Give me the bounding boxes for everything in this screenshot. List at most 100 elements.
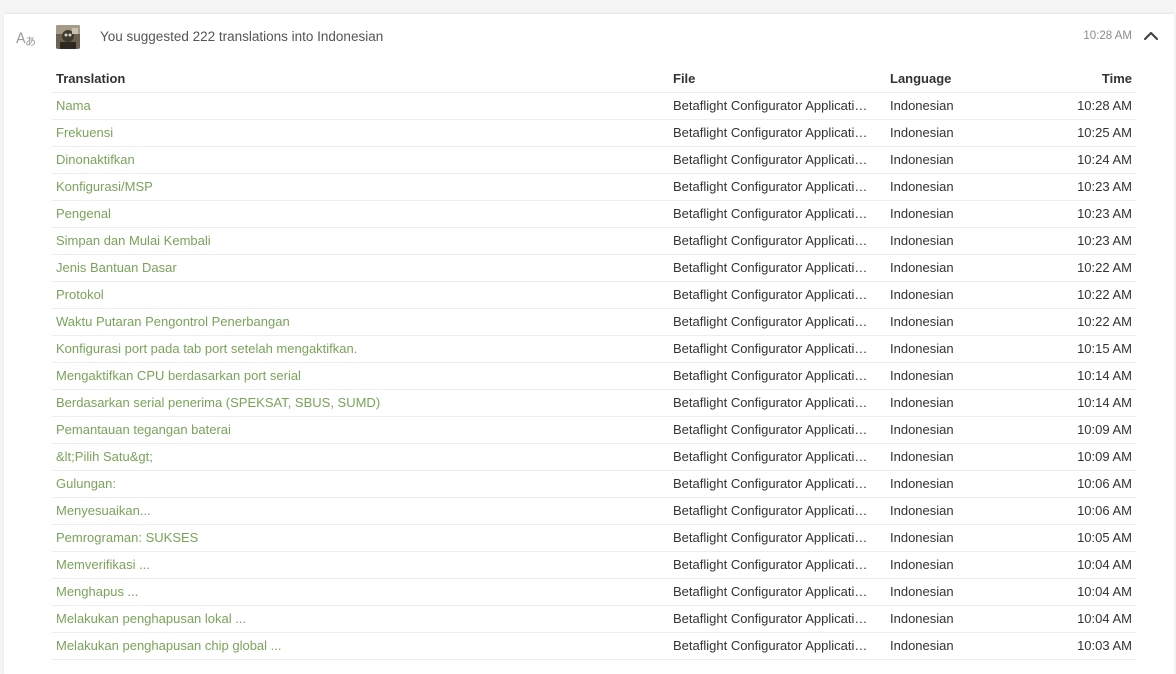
language-cell: Indonesian xyxy=(890,638,954,653)
time-cell: 10:06 AM xyxy=(1077,476,1132,491)
language-cell: Indonesian xyxy=(890,422,954,437)
translation-link[interactable]: Gulungan: xyxy=(56,471,656,497)
table-row: Melakukan penghapusan lokal ... Betafligh… xyxy=(52,606,1136,633)
table-row: Konfigurasi/MSP Betaflight Configurator A… xyxy=(52,174,1136,201)
activity-summary: You suggested 222 translations into Indo… xyxy=(100,29,384,44)
translation-link[interactable]: Waktu Putaran Pengontrol Penerbangan xyxy=(56,309,656,335)
translation-link[interactable]: Melakukan penghapusan chip global ... xyxy=(56,633,656,659)
translation-link[interactable]: Dinonaktifkan xyxy=(56,147,656,173)
time-cell: 10:23 AM xyxy=(1077,233,1132,248)
time-cell: 10:15 AM xyxy=(1077,341,1132,356)
time-cell: 10:23 AM xyxy=(1077,179,1132,194)
file-cell: Betaflight Configurator Applicati… xyxy=(673,395,868,410)
time-cell: 10:14 AM xyxy=(1077,395,1132,410)
time-cell: 10:22 AM xyxy=(1077,287,1132,302)
file-cell: Betaflight Configurator Applicati… xyxy=(673,638,868,653)
time-cell: 10:25 AM xyxy=(1077,125,1132,140)
language-cell: Indonesian xyxy=(890,233,954,248)
table-row: &lt;Pilih Satu&gt; Betaflight Configurato… xyxy=(52,444,1136,471)
table-row: Konfigurasi port pada tab port setelah m… xyxy=(52,336,1136,363)
translation-link[interactable]: Nama xyxy=(56,93,656,119)
language-cell: Indonesian xyxy=(890,503,954,518)
translations-table: Translation File Language Time Nama Betaf… xyxy=(52,65,1136,660)
translation-link[interactable]: Simpan dan Mulai Kembali xyxy=(56,228,656,254)
table-header-row: Translation File Language Time xyxy=(52,65,1136,93)
time-cell: 10:24 AM xyxy=(1077,152,1132,167)
column-header-language: Language xyxy=(890,71,952,86)
language-cell: Indonesian xyxy=(890,611,954,626)
file-cell: Betaflight Configurator Applicati… xyxy=(673,611,868,626)
avatar[interactable] xyxy=(56,25,80,49)
table-row: Mengaktifkan CPU berdasarkan port serial… xyxy=(52,363,1136,390)
translation-link[interactable]: Pengenal xyxy=(56,201,656,227)
column-header-translation: Translation xyxy=(56,71,126,86)
translation-link[interactable]: Jenis Bantuan Dasar xyxy=(56,255,656,281)
language-cell: Indonesian xyxy=(890,287,954,302)
file-cell: Betaflight Configurator Applicati… xyxy=(673,422,868,437)
file-cell: Betaflight Configurator Applicati… xyxy=(673,206,868,221)
table-body: Nama Betaflight Configurator Applicati… In… xyxy=(52,93,1136,660)
translation-link[interactable]: Pemantauan tegangan baterai xyxy=(56,417,656,443)
table-row: Pengenal Betaflight Configurator Applicat… xyxy=(52,201,1136,228)
translation-link[interactable]: Konfigurasi/MSP xyxy=(56,174,656,200)
collapse-button[interactable] xyxy=(1142,27,1160,45)
translation-link[interactable]: Memverifikasi ... xyxy=(56,552,656,578)
translation-link[interactable]: Menyesuaikan... xyxy=(56,498,656,524)
file-cell: Betaflight Configurator Applicati… xyxy=(673,287,868,302)
translation-link[interactable]: Konfigurasi port pada tab port setelah m… xyxy=(56,336,656,362)
translation-link[interactable]: &lt;Pilih Satu&gt; xyxy=(56,444,656,470)
time-cell: 10:06 AM xyxy=(1077,503,1132,518)
language-cell: Indonesian xyxy=(890,98,954,113)
translation-link[interactable]: Pemrograman: SUKSES xyxy=(56,525,656,551)
translation-link[interactable]: Menghapus ... xyxy=(56,579,656,605)
file-cell: Betaflight Configurator Applicati… xyxy=(673,503,868,518)
language-cell: Indonesian xyxy=(890,449,954,464)
activity-card: A あ You suggested 222 translations into … xyxy=(4,13,1174,674)
translation-link[interactable]: Protokol xyxy=(56,282,656,308)
time-cell: 10:05 AM xyxy=(1077,530,1132,545)
column-header-file: File xyxy=(673,71,696,86)
translation-link[interactable]: Mengaktifkan CPU berdasarkan port serial xyxy=(56,363,656,389)
file-cell: Betaflight Configurator Applicati… xyxy=(673,125,868,140)
time-cell: 10:04 AM xyxy=(1077,557,1132,572)
table-row: Berdasarkan serial penerima (SPEKSAT, SB… xyxy=(52,390,1136,417)
file-cell: Betaflight Configurator Applicati… xyxy=(673,314,868,329)
translate-icon: A あ xyxy=(16,28,38,48)
time-cell: 10:09 AM xyxy=(1077,449,1132,464)
table-row: Melakukan penghapusan chip global ... Bet… xyxy=(52,633,1136,660)
time-cell: 10:23 AM xyxy=(1077,206,1132,221)
language-cell: Indonesian xyxy=(890,584,954,599)
language-cell: Indonesian xyxy=(890,314,954,329)
table-row: Menyesuaikan... Betaflight Configurator A… xyxy=(52,498,1136,525)
table-row: Pemrograman: SUKSES Betaflight Configurat… xyxy=(52,525,1136,552)
chevron-up-icon xyxy=(1143,31,1159,41)
file-cell: Betaflight Configurator Applicati… xyxy=(673,98,868,113)
file-cell: Betaflight Configurator Applicati… xyxy=(673,530,868,545)
table-row: Protokol Betaflight Configurator Applicat… xyxy=(52,282,1136,309)
time-cell: 10:04 AM xyxy=(1077,584,1132,599)
file-cell: Betaflight Configurator Applicati… xyxy=(673,152,868,167)
file-cell: Betaflight Configurator Applicati… xyxy=(673,476,868,491)
file-cell: Betaflight Configurator Applicati… xyxy=(673,557,868,572)
translation-link[interactable]: Frekuensi xyxy=(56,120,656,146)
table-row: Dinonaktifkan Betaflight Configurator App… xyxy=(52,147,1136,174)
table-row: Nama Betaflight Configurator Applicati… In… xyxy=(52,93,1136,120)
svg-text:あ: あ xyxy=(25,35,36,48)
translation-link[interactable]: Berdasarkan serial penerima (SPEKSAT, SB… xyxy=(56,390,656,416)
language-cell: Indonesian xyxy=(890,341,954,356)
file-cell: Betaflight Configurator Applicati… xyxy=(673,368,868,383)
language-cell: Indonesian xyxy=(890,557,954,572)
time-cell: 10:22 AM xyxy=(1077,314,1132,329)
file-cell: Betaflight Configurator Applicati… xyxy=(673,260,868,275)
file-cell: Betaflight Configurator Applicati… xyxy=(673,449,868,464)
table-row: Memverifikasi ... Betaflight Configurator… xyxy=(52,552,1136,579)
file-cell: Betaflight Configurator Applicati… xyxy=(673,233,868,248)
language-cell: Indonesian xyxy=(890,152,954,167)
table-row: Simpan dan Mulai Kembali Betaflight Confi… xyxy=(52,228,1136,255)
activity-time: 10:28 AM xyxy=(1083,30,1132,42)
language-cell: Indonesian xyxy=(890,368,954,383)
language-cell: Indonesian xyxy=(890,179,954,194)
translation-link[interactable]: Melakukan penghapusan lokal ... xyxy=(56,606,656,632)
table-row: Gulungan: Betaflight Configurator Applica… xyxy=(52,471,1136,498)
column-header-time: Time xyxy=(1101,71,1132,86)
